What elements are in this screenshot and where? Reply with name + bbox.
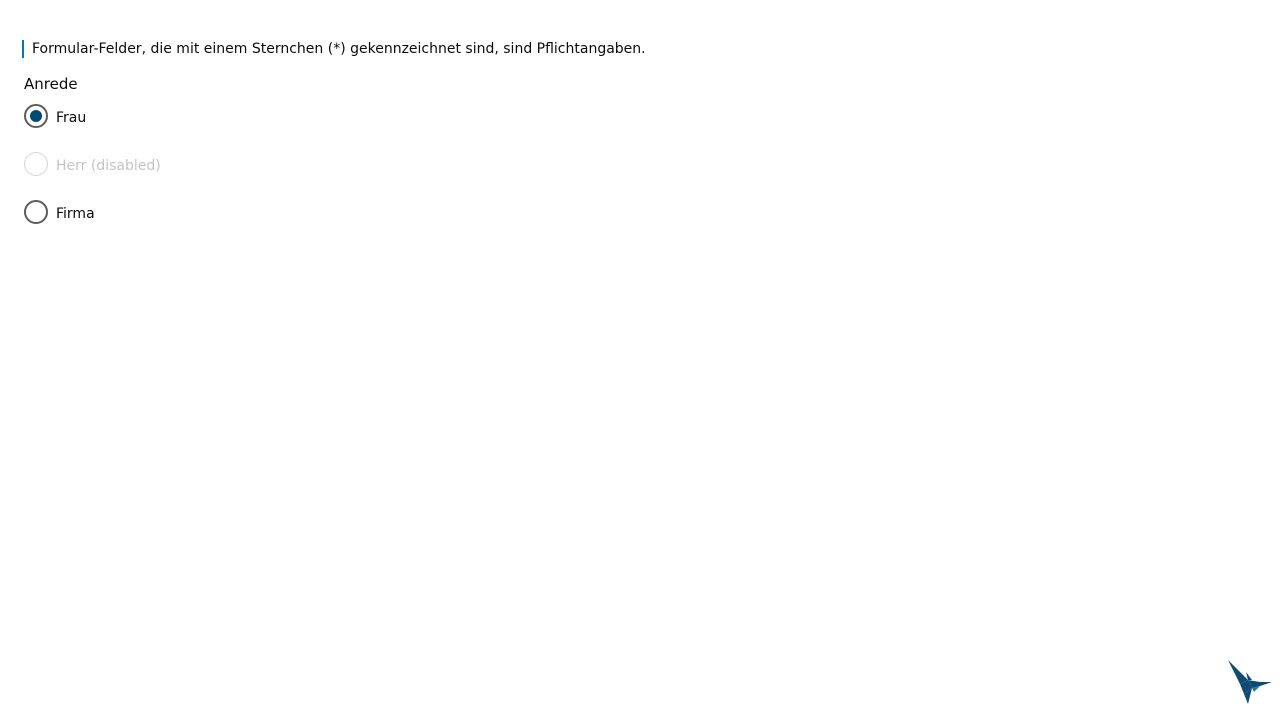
radio-button-herr [24,152,48,176]
hummingbird-logo-icon [1228,660,1272,704]
page: Formular-Felder, die mit einem Sternchen… [0,0,1280,720]
radio-option-firma[interactable]: Firma [24,200,161,224]
salutation-radio-group: Anrede Frau Herr (disabled) Firma [24,74,161,248]
required-fields-notice-text: Formular-Felder, die mit einem Sternchen… [32,41,646,57]
radio-option-herr: Herr (disabled) [24,152,161,176]
radio-option-frau[interactable]: Frau [24,104,161,128]
salutation-legend: Anrede [24,75,78,93]
required-fields-notice: Formular-Felder, die mit einem Sternchen… [22,40,646,58]
radio-label-herr: Herr (disabled) [56,158,161,174]
radio-button-frau[interactable] [24,104,48,128]
radio-checked-dot [30,110,42,122]
radio-label-frau[interactable]: Frau [56,108,86,128]
radio-button-firma[interactable] [24,200,48,224]
radio-label-firma[interactable]: Firma [56,204,95,224]
